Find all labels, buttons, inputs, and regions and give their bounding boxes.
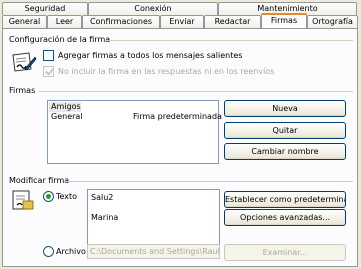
no-include-signature-label: No incluir la firma en las respuestas ni…: [58, 67, 275, 76]
set-default-button[interactable]: Establecer como predeterminada: [224, 191, 346, 208]
firmas-group-divider: [39, 91, 353, 92]
no-include-signature-checkbox[interactable]: [43, 66, 54, 77]
config-group-divider: [105, 40, 353, 41]
signature-text-line: Marina: [91, 213, 119, 222]
rename-signature-button[interactable]: Cambiar nombre: [224, 143, 346, 160]
list-item[interactable]: Amigos: [49, 102, 81, 112]
tab-firmas[interactable]: Firmas: [261, 13, 307, 28]
tab-panel-firmas: Configuración de la firma Agregar firmas…: [2, 28, 358, 267]
modify-group-divider: [65, 181, 353, 182]
signature-name: Amigos: [51, 102, 81, 111]
signature-text-line: Salu2: [91, 193, 114, 202]
signature-status: Firma predeterminada: [133, 112, 222, 121]
tab-leer[interactable]: Leer: [47, 15, 82, 28]
tab-seguridad[interactable]: Seguridad: [2, 2, 88, 15]
tab-confirmaciones[interactable]: Confirmaciones: [82, 15, 160, 28]
file-path-field[interactable]: C:\Documents and Settings\Raul\Mis: [87, 244, 220, 259]
tab-ortografia[interactable]: Ortografía: [307, 15, 358, 28]
firmas-group-title: Firmas: [9, 86, 39, 95]
tab-redactar[interactable]: Redactar: [204, 15, 261, 28]
text-radio-label: Texto: [56, 192, 78, 201]
remove-signature-button[interactable]: Quitar: [224, 122, 346, 139]
add-signature-checkbox[interactable]: [43, 50, 54, 61]
signature-edit-icon: [11, 189, 35, 211]
tab-enviar[interactable]: Enviar: [160, 15, 204, 28]
list-item[interactable]: General Firma predeterminada: [49, 112, 222, 122]
signature-name: General: [51, 112, 83, 121]
advanced-options-button[interactable]: Opciones avanzadas...: [224, 209, 346, 226]
signature-text-area[interactable]: Salu2 Marina: [87, 189, 220, 247]
tab-general[interactable]: General: [2, 15, 47, 28]
config-group-title: Configuración de la firma: [9, 35, 114, 44]
modify-group-title: Modificar firma: [9, 176, 73, 185]
add-signature-label: Agregar firmas a todos los mensajes sali…: [58, 51, 243, 60]
text-radio[interactable]: [43, 191, 54, 202]
browse-button[interactable]: Examinar...: [224, 244, 346, 261]
new-signature-button[interactable]: Nueva: [224, 100, 346, 117]
file-radio[interactable]: [43, 246, 54, 257]
tab-conexion[interactable]: Conexión: [88, 2, 218, 15]
signatures-listbox[interactable]: Amigos General Firma predeterminada: [47, 100, 222, 164]
file-radio-label: Archivo: [56, 247, 86, 256]
signature-pen-icon: [11, 51, 37, 73]
